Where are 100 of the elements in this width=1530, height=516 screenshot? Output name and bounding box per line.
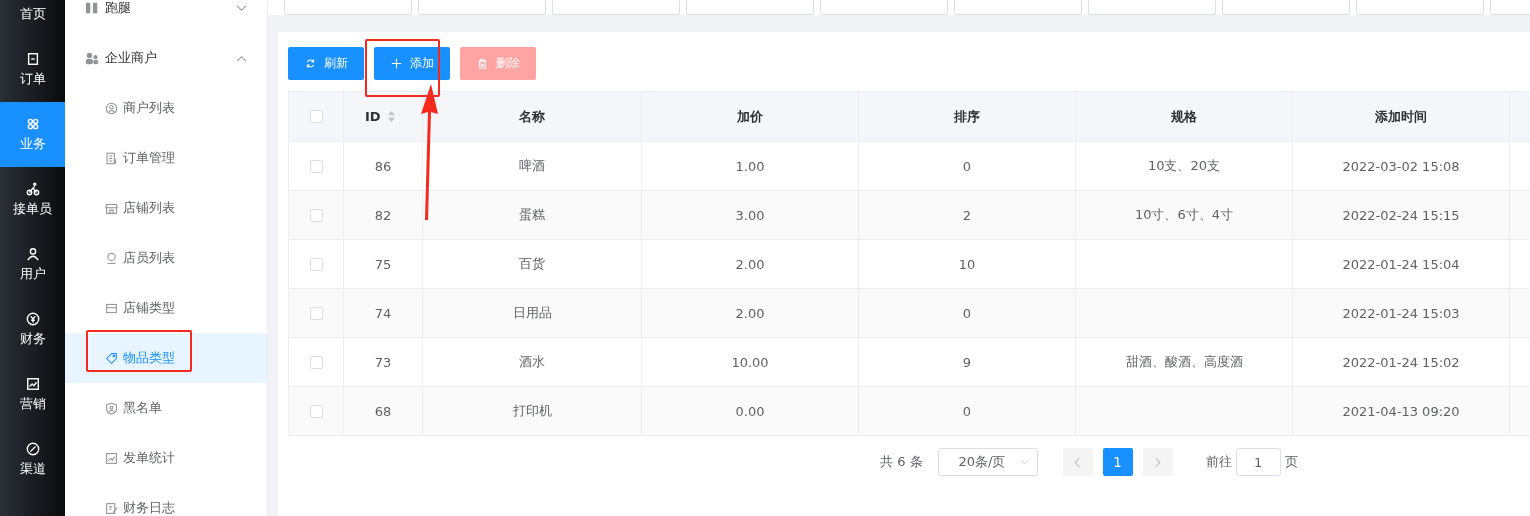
tab[interactable] (1222, 0, 1350, 15)
column-header: 规格 (1171, 107, 1197, 126)
table-cell: 10支、20支 (1147, 157, 1221, 175)
total-count: 共 6 条 (880, 453, 923, 471)
submenu-label: 发单统计 (123, 449, 175, 467)
order-icon (25, 51, 40, 66)
table-cell: 86 (374, 158, 392, 174)
submenu-label: 物品类型 (123, 349, 175, 367)
sort-icon[interactable] (386, 110, 396, 123)
badge-icon (105, 401, 118, 415)
chevron-down-icon (1019, 459, 1029, 465)
table-cell: 0 (962, 305, 972, 321)
submenu-item[interactable]: 商户列表 (65, 83, 267, 133)
table-cell: 甜酒、酸酒、高度酒 (1125, 353, 1243, 371)
table-cell: 0 (962, 403, 972, 419)
table-cell: 2022-01-24 15:03 (1342, 305, 1460, 321)
grid-icon (25, 116, 40, 131)
rail-item[interactable]: 用户 (0, 232, 65, 297)
submenu-group[interactable]: 跑腿 (65, 0, 267, 33)
trash-icon (476, 58, 488, 69)
submenu-item[interactable]: 发单统计 (65, 433, 267, 483)
table-cell: 75 (374, 256, 392, 272)
row-checkbox[interactable] (309, 208, 323, 222)
rail-item[interactable]: 渠道 (0, 427, 65, 492)
rail-item[interactable]: 订单 (0, 37, 65, 102)
table-cell: 73 (374, 354, 392, 370)
select-all-checkbox[interactable] (309, 110, 323, 123)
group-label: 跑腿 (105, 0, 132, 17)
next-page-button[interactable] (1142, 448, 1173, 476)
submenu-label: 店员列表 (123, 249, 175, 267)
rail-label: 订单 (19, 69, 46, 88)
table-cell: 1.00 (735, 158, 765, 174)
user-icon (25, 246, 40, 261)
table-cell: 2.00 (735, 256, 765, 272)
submenu-item[interactable]: 财务日志 (65, 483, 267, 516)
page-size-select[interactable]: 20条/页 (937, 448, 1038, 476)
submenu-item[interactable]: 店铺类型 (65, 283, 267, 333)
chart-icon (25, 376, 40, 391)
row-checkbox[interactable] (309, 404, 323, 418)
submenu-label: 商户列表 (123, 99, 175, 117)
submenu-item[interactable]: 黑名单 (65, 383, 267, 433)
tab[interactable] (686, 0, 814, 15)
table-cell: 68 (374, 403, 392, 419)
submenu-label: 黑名单 (123, 399, 162, 417)
shop-icon (105, 201, 118, 215)
tab[interactable] (1356, 0, 1484, 15)
submenu-item[interactable]: 店员列表 (65, 233, 267, 283)
submenu-item[interactable]: 订单管理 (65, 133, 267, 183)
tab[interactable] (552, 0, 680, 15)
tab[interactable] (820, 0, 948, 15)
rail-label: 业务 (19, 134, 46, 153)
group-label: 企业商户 (105, 49, 158, 67)
table-cell: 日用品 (512, 304, 552, 322)
rail-item[interactable]: 首页 (0, 0, 65, 37)
table-cell: 0 (962, 158, 972, 174)
table-cell: 74 (374, 305, 392, 321)
rail-item[interactable]: 接单员 (0, 167, 65, 232)
row-checkbox[interactable] (309, 257, 323, 271)
table-cell: 蛋糕 (519, 206, 545, 224)
chevron-right-icon (1154, 456, 1162, 468)
rail-item[interactable]: 财务 (0, 297, 65, 362)
tab[interactable] (954, 0, 1082, 15)
people-icon (85, 51, 99, 65)
goto-label: 前往 (1205, 453, 1232, 471)
row-checkbox[interactable] (309, 306, 323, 320)
rail-label: 财务 (19, 329, 46, 348)
rail-label: 用户 (19, 264, 46, 283)
page-input[interactable]: 1 (1235, 448, 1281, 476)
rail-label: 营销 (19, 394, 46, 413)
plus-icon (390, 58, 402, 69)
rail-item[interactable]: 营销 (0, 362, 65, 427)
user-circle-icon (105, 101, 118, 115)
page-suffix: 页 (1284, 453, 1298, 471)
table-cell: 啤酒 (519, 157, 545, 175)
tab[interactable] (1088, 0, 1216, 15)
table-cell: 0.00 (735, 403, 765, 419)
submenu-group[interactable]: 企业商户 (65, 33, 267, 83)
person-icon (105, 251, 118, 265)
chart-icon (105, 451, 118, 465)
row-checkbox[interactable] (309, 355, 323, 369)
column-header: 加价 (737, 107, 763, 126)
tab[interactable] (284, 0, 412, 15)
tab[interactable] (418, 0, 546, 15)
rail-label: 渠道 (19, 459, 46, 478)
table-cell: 酒水 (519, 353, 545, 371)
table-cell: 2021-04-13 09:20 (1342, 403, 1460, 419)
row-checkbox[interactable] (309, 159, 323, 173)
submenu-label: 店铺类型 (123, 299, 175, 317)
bike-icon (25, 181, 40, 196)
table-cell: 打印机 (512, 402, 552, 420)
table-cell: 2022-01-24 15:02 (1342, 354, 1460, 370)
table-cell: 10 (958, 256, 976, 272)
prev-page-button[interactable] (1062, 448, 1093, 476)
table-cell: 2.00 (735, 305, 765, 321)
submenu-item[interactable]: 店铺列表 (65, 183, 267, 233)
tag-icon (105, 351, 118, 365)
table-cell: 3.00 (735, 207, 765, 223)
column-header: 添加时间 (1375, 107, 1427, 126)
edit-icon (105, 501, 118, 515)
doc-icon (105, 151, 118, 165)
